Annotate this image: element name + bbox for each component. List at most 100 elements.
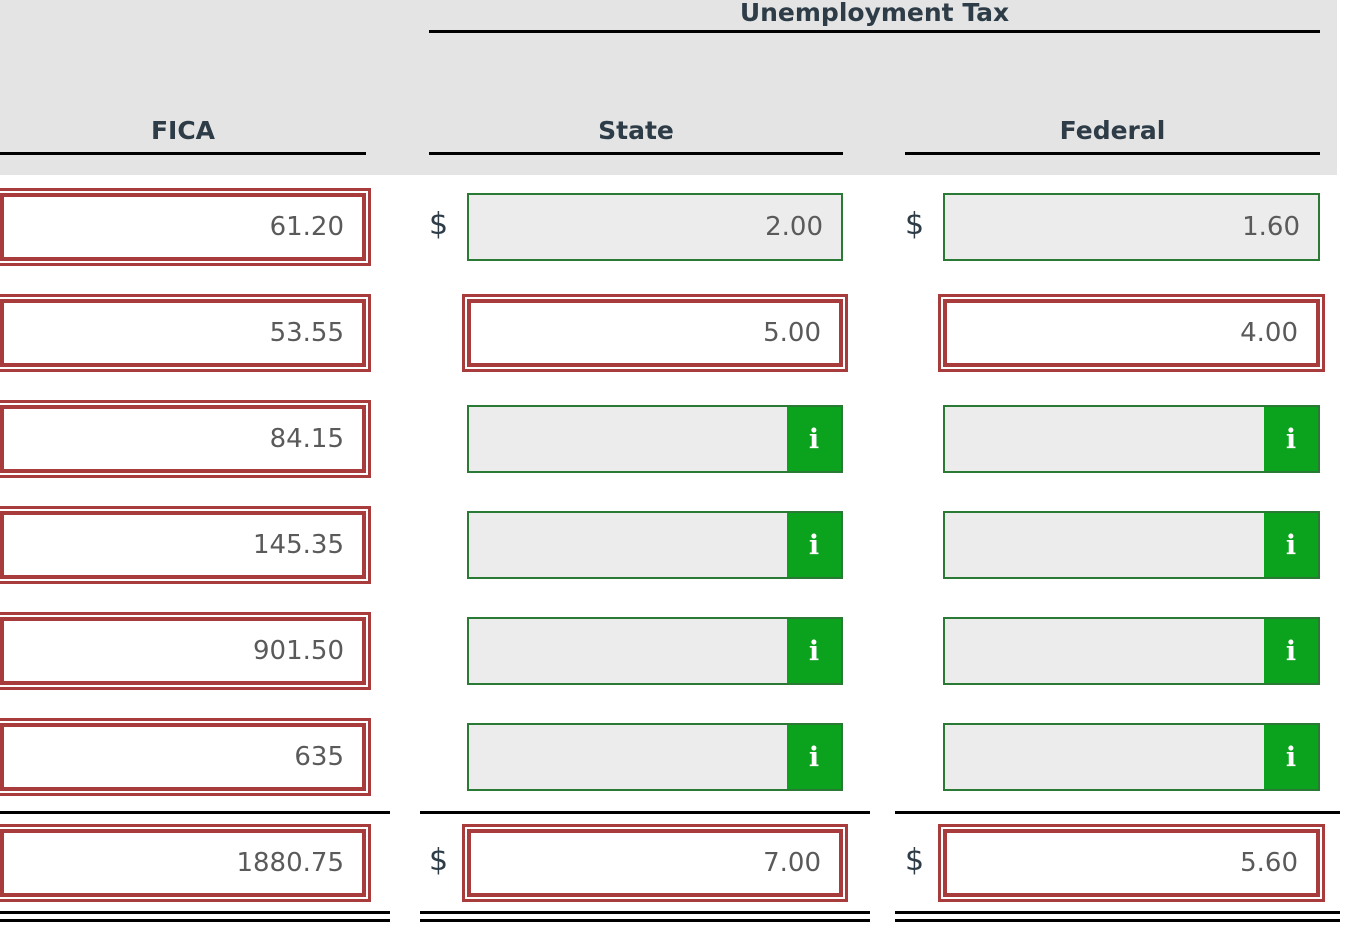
- input-group: 635: [0, 718, 371, 796]
- cell-fica-1: 53.55: [0, 294, 371, 372]
- cell-state-5: $i: [429, 723, 843, 791]
- table-row: 901.50 $i $i: [0, 599, 1372, 705]
- cell-federal-1: $4.00: [905, 294, 1325, 372]
- amount-input-fica-1[interactable]: 53.55: [0, 294, 371, 372]
- total-bottom-rule-fica: [0, 911, 390, 914]
- currency-symbol: $: [429, 843, 449, 878]
- total-bottom-rule-federal: [895, 911, 1340, 914]
- info-icon-button-state-2[interactable]: i: [787, 405, 843, 473]
- column-header-federal: Federal: [1059, 116, 1166, 145]
- input-group: i: [943, 617, 1320, 685]
- amount-input-fica-3[interactable]: 145.35: [0, 506, 371, 584]
- amount-input-fica-total[interactable]: 1880.75: [0, 824, 371, 902]
- amount-input-fica-2[interactable]: 84.15: [0, 400, 371, 478]
- cell-fica-3: 145.35: [0, 506, 371, 584]
- cell-federal-0: $1.60: [905, 193, 1320, 261]
- amount-input-state-3[interactable]: [467, 511, 787, 579]
- input-group: 53.55: [0, 294, 371, 372]
- cell-fica-total: 1880.75: [0, 824, 371, 902]
- cell-federal-total: $5.60: [905, 824, 1325, 902]
- amount-input-federal-0[interactable]: 1.60: [943, 193, 1320, 261]
- input-group: 1880.75: [0, 824, 371, 902]
- total-bottom-rule2-federal: [895, 919, 1340, 922]
- input-group: 1.60: [943, 193, 1320, 261]
- cell-fica-0: 61.20: [0, 188, 371, 266]
- cell-state-1: $5.00: [429, 294, 848, 372]
- cell-fica-5: 635: [0, 718, 371, 796]
- column-header-fica: FICA: [150, 116, 216, 145]
- cell-federal-3: $i: [905, 511, 1320, 579]
- input-group: 7.00: [462, 824, 848, 902]
- amount-input-federal-3[interactable]: [943, 511, 1264, 579]
- amount-input-federal-2[interactable]: [943, 405, 1264, 473]
- input-group: 4.00: [938, 294, 1325, 372]
- info-icon-button-state-4[interactable]: i: [787, 617, 843, 685]
- amount-input-fica-0[interactable]: 61.20: [0, 188, 371, 266]
- table-row: 53.55 $5.00 $4.00: [0, 281, 1372, 387]
- input-group: 145.35: [0, 506, 371, 584]
- total-bottom-rule2-fica: [0, 919, 390, 922]
- input-group: i: [467, 723, 843, 791]
- amount-input-state-5[interactable]: [467, 723, 787, 791]
- input-group: i: [467, 511, 843, 579]
- amount-input-state-0[interactable]: 2.00: [467, 193, 843, 261]
- info-icon-button-federal-2[interactable]: i: [1264, 405, 1320, 473]
- cell-fica-2: 84.15: [0, 400, 371, 478]
- total-bottom-rule-state: [420, 911, 870, 914]
- input-group: 901.50: [0, 612, 371, 690]
- cell-state-2: $i: [429, 405, 843, 473]
- input-group: i: [467, 617, 843, 685]
- input-group: i: [943, 405, 1320, 473]
- amount-input-state-2[interactable]: [467, 405, 787, 473]
- cell-state-3: $i: [429, 511, 843, 579]
- cell-state-total: $7.00: [429, 824, 848, 902]
- table-body: 61.20$2.00$1.6053.55$5.00$4.0084.15$i$i1…: [0, 175, 1372, 922]
- total-top-rule-fica: [0, 811, 390, 814]
- column-header-rule-state: [429, 152, 843, 155]
- cell-state-0: $2.00: [429, 193, 843, 261]
- cell-federal-4: $i: [905, 617, 1320, 685]
- amount-input-federal-5[interactable]: [943, 723, 1264, 791]
- amount-input-fica-4[interactable]: 901.50: [0, 612, 371, 690]
- total-bottom-rule2-state: [420, 919, 870, 922]
- amount-input-federal-1[interactable]: 4.00: [938, 294, 1325, 372]
- input-group: i: [943, 511, 1320, 579]
- cell-state-4: $i: [429, 617, 843, 685]
- input-group: 5.60: [938, 824, 1325, 902]
- input-group: 61.20: [0, 188, 371, 266]
- table-row-total: 1880.75 $7.00 $5.60: [0, 811, 1372, 922]
- column-header-state: State: [598, 116, 674, 145]
- amount-input-federal-total[interactable]: 5.60: [938, 824, 1325, 902]
- info-icon-button-federal-5[interactable]: i: [1264, 723, 1320, 791]
- column-header-rule-fica: [0, 152, 366, 155]
- cell-fica-4: 901.50: [0, 612, 371, 690]
- table-row: 635 $i $i: [0, 705, 1372, 811]
- cell-federal-5: $i: [905, 723, 1320, 791]
- input-group: 2.00: [467, 193, 843, 261]
- total-top-rule-federal: [895, 811, 1340, 814]
- currency-symbol: $: [905, 843, 925, 878]
- table-row: 145.35 $i $i: [0, 493, 1372, 599]
- total-top-rule-state: [420, 811, 870, 814]
- info-icon-button-federal-3[interactable]: i: [1264, 511, 1320, 579]
- amount-input-state-1[interactable]: 5.00: [462, 294, 848, 372]
- cell-federal-2: $i: [905, 405, 1320, 473]
- currency-symbol: $: [429, 207, 449, 242]
- amount-input-fica-5[interactable]: 635: [0, 718, 371, 796]
- column-header-rule-federal: [905, 152, 1320, 155]
- info-icon-button-state-3[interactable]: i: [787, 511, 843, 579]
- amount-input-state-total[interactable]: 7.00: [462, 824, 848, 902]
- info-icon-button-state-5[interactable]: i: [787, 723, 843, 791]
- input-group: 5.00: [462, 294, 848, 372]
- info-icon-button-federal-4[interactable]: i: [1264, 617, 1320, 685]
- table-header-band: Unemployment Tax FICA State Federal: [0, 0, 1337, 175]
- amount-input-federal-4[interactable]: [943, 617, 1264, 685]
- group-header-unemployment-tax: Unemployment Tax: [739, 0, 1010, 27]
- table-row: 61.20 $2.00 $1.60: [0, 175, 1372, 281]
- input-group: i: [943, 723, 1320, 791]
- input-group: i: [467, 405, 843, 473]
- currency-symbol: $: [905, 207, 925, 242]
- amount-input-state-4[interactable]: [467, 617, 787, 685]
- input-group: 84.15: [0, 400, 371, 478]
- table-row: 84.15 $i $i: [0, 387, 1372, 493]
